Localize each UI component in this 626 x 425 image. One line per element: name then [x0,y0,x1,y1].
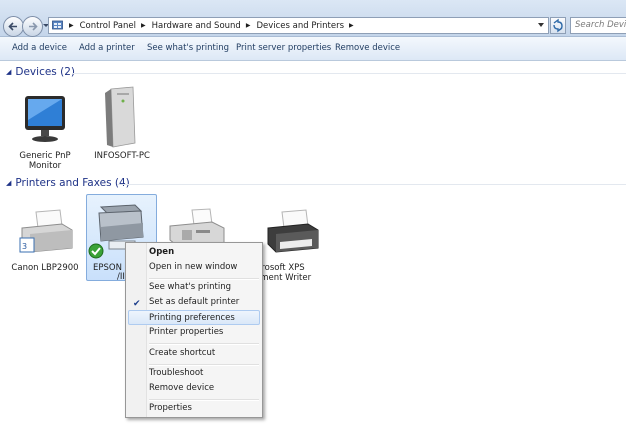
back-button[interactable] [3,16,24,37]
printer-canon-lbp2900[interactable]: 3 Canon LBP2900 [8,208,82,273]
menu-item-see-whats-printing[interactable]: See what's printing [128,280,260,295]
print-server-properties-button[interactable]: Print server properties [236,37,331,60]
devices-group-title: Devices (2) [15,66,75,78]
group-divider [72,73,626,74]
breadcrumb-separator-icon[interactable]: ▶ [141,18,146,33]
breadcrumb-hardware-and-sound[interactable]: Hardware and Sound [152,21,241,31]
menu-item-create-shortcut[interactable]: Create shortcut [128,346,260,361]
devices-group-header[interactable]: ◢ Devices (2) [6,66,75,78]
menu-item-set-as-default-printer[interactable]: Set as default printer [149,295,239,310]
menu-item-properties[interactable]: Properties [128,401,260,416]
collapse-arrow-icon[interactable]: ◢ [6,179,11,187]
device-label: INFOSOFT-PC [94,151,150,161]
menu-item-see-whats-printing[interactable]: See what's printing [149,280,231,295]
printers-group-title: Printers and Faxes (4) [15,177,130,189]
breadcrumb: ▶ Control Panel ▶ Hardware and Sound ▶ Device… [64,18,360,33]
address-history-dropdown-icon[interactable] [538,23,544,27]
device-infosoft-pc[interactable]: INFOSOFT-PC [85,85,159,163]
search-input[interactable]: Search Devices and Printers [570,17,626,34]
menu-item-remove-device[interactable]: Remove device [149,381,214,396]
printer-icon: 3 [19,209,73,253]
monitor-icon [25,96,65,142]
collapse-arrow-icon[interactable]: ◢ [6,68,11,76]
menu-item-remove-device[interactable]: Remove device [128,381,260,396]
menu-item-printing-preferences[interactable]: Printing preferences [149,311,235,326]
navigation-bar: ▶ Control Panel ▶ Hardware and Sound ▶ Device… [0,0,626,37]
breadcrumb-separator-icon[interactable]: ▶ [349,18,354,33]
printer-label: /II [117,272,125,282]
address-bar[interactable]: ▶ Control Panel ▶ Hardware and Sound ▶ Device… [48,17,549,34]
forward-arrow-icon [29,22,38,31]
add-device-button[interactable]: Add a device [12,37,67,60]
refresh-icon [553,18,563,33]
breadcrumb-control-panel[interactable]: Control Panel [80,21,136,31]
printer-label: Canon LBP2900 [11,263,79,273]
forward-button[interactable] [22,16,43,37]
menu-item-troubleshoot[interactable]: Troubleshoot [128,366,260,381]
breadcrumb-separator-icon: ▶ [69,22,74,29]
computer-tower-icon [105,86,136,148]
remove-device-button[interactable]: Remove device [335,37,400,60]
default-printer-check-icon [88,243,104,259]
menu-item-printing-preferences[interactable]: Printing preferences [128,310,260,325]
device-label: Generic PnP [19,151,71,161]
breadcrumb-devices-and-printers[interactable]: Devices and Printers [256,21,344,31]
menu-item-troubleshoot[interactable]: Troubleshoot [149,366,203,381]
see-whats-printing-button[interactable]: See what's printing [147,37,229,60]
menu-item-open-in-new-window[interactable]: Open in new window [149,260,237,275]
back-arrow-icon [8,22,17,31]
add-printer-button[interactable]: Add a printer [79,37,135,60]
menu-item-open-in-new-window[interactable]: Open in new window [128,260,260,275]
menu-item-printer-properties[interactable]: Printer properties [149,325,223,340]
menu-item-set-as-default-printer[interactable]: ✔ Set as default printer [128,295,260,310]
svg-text:3: 3 [22,242,27,251]
menu-item-properties[interactable]: Properties [149,401,192,416]
refresh-button[interactable] [550,17,566,34]
breadcrumb-separator-icon[interactable]: ▶ [246,18,251,33]
menu-separator [149,343,259,345]
device-generic-pnp-monitor[interactable]: Generic PnP Monitor [8,92,82,172]
group-divider [117,184,626,185]
command-toolbar: Add a device Add a printer See what's pr… [0,37,626,61]
device-label: Monitor [28,161,62,171]
menu-item-printer-properties[interactable]: Printer properties [128,325,260,340]
printers-group-header[interactable]: ◢ Printers and Faxes (4) [6,177,130,189]
control-panel-icon [52,20,63,30]
menu-item-create-shortcut[interactable]: Create shortcut [149,346,215,361]
context-menu: Open Open in new window See what's print… [125,242,263,418]
menu-item-open[interactable]: Open [149,245,174,260]
menu-item-open[interactable]: Open [128,245,260,260]
printer-icon [267,209,319,253]
